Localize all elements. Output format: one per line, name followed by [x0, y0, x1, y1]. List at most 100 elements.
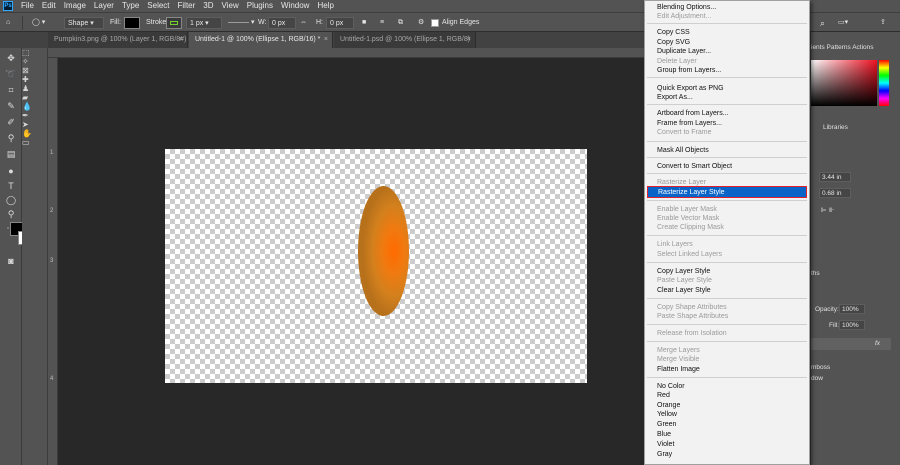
- close-icon[interactable]: ×: [324, 32, 328, 48]
- stroke-width-field[interactable]: 1 px ▾: [186, 17, 222, 29]
- menu-help[interactable]: Help: [313, 0, 337, 12]
- screen-mode-icon[interactable]: ▭: [22, 138, 47, 147]
- gear-icon[interactable]: ⚙: [418, 17, 424, 29]
- menu-item-convert-to-smart-object[interactable]: Convert to Smart Object: [657, 162, 732, 171]
- menu-select[interactable]: Select: [143, 0, 173, 12]
- align-icons[interactable]: ⊫ ⊪: [821, 206, 834, 214]
- move-tool-icon[interactable]: ✥: [4, 52, 18, 65]
- eyedropper-tool-icon[interactable]: ✎: [4, 100, 18, 113]
- zoom-tool-icon[interactable]: ⚲: [4, 208, 18, 221]
- menu-item-copy-layer-style[interactable]: Copy Layer Style: [657, 267, 710, 276]
- menu-item-copy-svg[interactable]: Copy SVG: [657, 38, 690, 47]
- height-field[interactable]: 0 px: [326, 17, 354, 29]
- menu-3d[interactable]: 3D: [199, 0, 217, 12]
- align-edges-checkbox[interactable]: [431, 19, 439, 27]
- menu-item-blue[interactable]: Blue: [657, 430, 671, 439]
- menu-item-orange[interactable]: Orange: [657, 401, 680, 410]
- menu-item-violet[interactable]: Violet: [657, 440, 674, 449]
- close-icon[interactable]: ×: [179, 32, 183, 48]
- dodge-tool-icon[interactable]: ●: [4, 164, 18, 177]
- menu-item-frame-from-layers[interactable]: Frame from Layers...: [657, 119, 722, 128]
- menu-file[interactable]: File: [17, 0, 38, 12]
- home-icon[interactable]: ⌂: [6, 17, 10, 29]
- eraser-tool-icon[interactable]: ▰: [22, 93, 47, 102]
- orange-ellipse-shape[interactable]: [358, 186, 409, 316]
- shape-mode-dropdown[interactable]: Shape ▾: [64, 17, 104, 29]
- type-tool-icon[interactable]: T: [4, 179, 18, 192]
- gradient-tool-icon[interactable]: ▤: [4, 148, 18, 161]
- crop-tool-icon[interactable]: ⌗: [4, 84, 18, 97]
- menu-item-group-from-layers[interactable]: Group from Layers...: [657, 66, 721, 75]
- menu-view[interactable]: View: [218, 0, 243, 12]
- menu-item-quick-export-as-png[interactable]: Quick Export as PNG: [657, 84, 724, 93]
- menu-item-rasterize-layer-style-highlight[interactable]: Rasterize Layer Style: [647, 186, 807, 198]
- properties-height-field[interactable]: 0.68 in: [819, 188, 851, 198]
- opacity-field[interactable]: 100%: [839, 304, 865, 314]
- menu-item-duplicate-layer[interactable]: Duplicate Layer...: [657, 47, 711, 56]
- document-canvas[interactable]: [165, 149, 587, 383]
- layer-effect-emboss[interactable]: mboss: [811, 364, 830, 371]
- menu-item-flatten-image[interactable]: Flatten Image: [657, 365, 700, 374]
- layer-effect-shadow[interactable]: dow: [811, 375, 823, 382]
- menu-layer[interactable]: Layer: [90, 0, 118, 12]
- menu-item-artboard-from-layers[interactable]: Artboard from Layers...: [657, 109, 729, 118]
- ellipse-tool-preset-icon[interactable]: ◯ ▾: [32, 17, 45, 29]
- menu-item-yellow[interactable]: Yellow: [657, 410, 677, 419]
- fill-field[interactable]: 100%: [839, 320, 865, 330]
- workspace-icon[interactable]: ▭▾: [838, 17, 848, 29]
- clone-tool-icon[interactable]: ⚲: [4, 132, 18, 145]
- artboard-tool-icon[interactable]: ⬚: [22, 48, 47, 57]
- properties-width-field[interactable]: 3.44 in: [819, 172, 851, 182]
- menu-image[interactable]: Image: [60, 0, 90, 12]
- path-selection-tool-icon[interactable]: ➤: [22, 120, 47, 129]
- stamp-tool-icon[interactable]: ♟: [22, 84, 47, 93]
- menu-separator: [647, 104, 807, 105]
- menu-item-copy-css[interactable]: Copy CSS: [657, 28, 690, 37]
- path-alignment-icon[interactable]: ≡: [380, 17, 384, 29]
- stroke-type-dropdown[interactable]: ——— ▾: [228, 17, 254, 29]
- width-field[interactable]: 0 px: [268, 17, 296, 29]
- menu-filter[interactable]: Filter: [174, 0, 200, 12]
- menu-item-red[interactable]: Red: [657, 391, 670, 400]
- link-icon[interactable]: ⇔: [300, 17, 307, 29]
- menu-item-gray[interactable]: Gray: [657, 450, 672, 459]
- menu-plugins[interactable]: Plugins: [243, 0, 277, 12]
- tab-pumpkin3[interactable]: Pumpkin3.png @ 100% (Layer 1, RGB/8#) ×: [48, 32, 188, 48]
- magic-wand-tool-icon[interactable]: ✧: [22, 57, 47, 66]
- panel-tab-libraries[interactable]: Libraries: [823, 124, 848, 131]
- menu-item-clear-layer-style[interactable]: Clear Layer Style: [657, 286, 711, 295]
- hand-tool-icon[interactable]: ✋: [22, 129, 47, 138]
- share-icon[interactable]: ⇪: [880, 17, 886, 29]
- blur-tool-icon[interactable]: 💧: [22, 102, 47, 111]
- close-icon[interactable]: ×: [467, 32, 471, 48]
- menu-item-green[interactable]: Green: [657, 420, 676, 429]
- fill-swatch[interactable]: [124, 17, 140, 29]
- pen-tool-icon[interactable]: ✒: [22, 111, 47, 120]
- menu-type[interactable]: Type: [118, 0, 143, 12]
- healing-tool-icon[interactable]: ✚: [22, 75, 47, 84]
- menu-item-rasterize-layer-style[interactable]: Rasterize Layer Style: [658, 188, 725, 197]
- path-arrangement-icon[interactable]: ⧉: [398, 17, 403, 29]
- frame-tool-icon[interactable]: ⊠: [22, 66, 47, 75]
- stroke-swatch[interactable]: [166, 17, 182, 29]
- path-operations-icon[interactable]: ■: [362, 17, 366, 29]
- menu-item-export-as[interactable]: Export As...: [657, 93, 693, 102]
- menu-window[interactable]: Window: [277, 0, 313, 12]
- color-picker-field[interactable]: [811, 60, 877, 106]
- tab-untitled-1[interactable]: Untitled-1 @ 100% (Ellipse 1, RGB/16) * ×: [189, 32, 333, 48]
- ellipse-tool-icon[interactable]: ◯: [4, 194, 18, 207]
- search-icon[interactable]: ⌕: [820, 17, 825, 29]
- fx-icon[interactable]: fx: [875, 340, 880, 347]
- panel-tab-paths[interactable]: ths: [811, 270, 820, 277]
- menu-item-mask-all-objects[interactable]: Mask All Objects: [657, 146, 709, 155]
- menu-item-no-color[interactable]: No Color: [657, 382, 685, 391]
- menu-item-blending-options[interactable]: Blending Options...: [657, 3, 716, 12]
- hue-slider[interactable]: [879, 60, 889, 106]
- tab-untitled-1-psd[interactable]: Untitled-1.psd @ 100% (Ellipse 1, RGB/8)…: [334, 32, 476, 48]
- menu-edit[interactable]: Edit: [38, 0, 60, 12]
- layer-row[interactable]: fx: [811, 338, 891, 350]
- lasso-tool-icon[interactable]: ➰: [4, 68, 18, 81]
- panel-tabs-swatches[interactable]: ients Patterns Actions: [811, 44, 874, 51]
- quick-mask-icon[interactable]: ◙: [4, 254, 18, 267]
- brush-tool-icon[interactable]: ✐: [4, 116, 18, 129]
